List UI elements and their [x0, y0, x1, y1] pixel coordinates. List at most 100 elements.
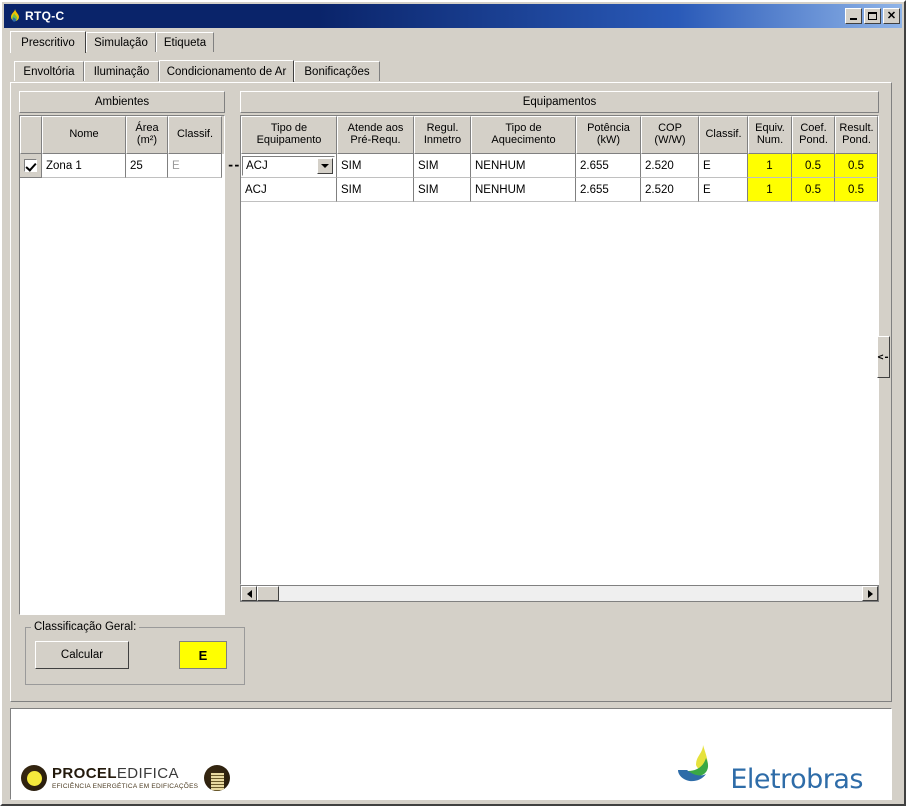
col-cop: COP (W/W)	[641, 116, 699, 154]
scroll-track[interactable]	[279, 586, 862, 601]
eletrobras-wordmark: Eletrobras	[730, 764, 863, 795]
equip-result-pond-cell: 0.5	[835, 154, 878, 178]
equip-aquecimento-cell[interactable]: NENHUM	[471, 178, 576, 202]
col-equiv-num: Equiv. Num.	[748, 116, 792, 154]
col-label-line2: (m²)	[136, 134, 158, 146]
equip-result-pond-cell: 0.5	[835, 178, 878, 202]
equip-regul-cell[interactable]: SIM	[414, 154, 471, 178]
application-window: RTQ-C ✕ Prescritivo Simulação Etiqueta E…	[0, 0, 906, 806]
tab-envoltoria[interactable]: Envoltória	[14, 61, 84, 81]
procel-light: EDIFICA	[116, 765, 179, 782]
scroll-thumb[interactable]	[257, 586, 279, 601]
footer-panel: PROCELEDIFICA EFICIÊNCIA ENERGÉTICA EM E…	[10, 708, 892, 800]
equipamentos-hscrollbar[interactable]	[240, 585, 879, 602]
tab-label: Simulação	[94, 36, 148, 49]
scroll-right-button[interactable]	[862, 586, 878, 601]
flame-icon	[8, 8, 21, 24]
equipamentos-grid[interactable]: Tipo de Equipamento Atende aos Pré-Requ.…	[240, 115, 879, 585]
equip-potencia-cell[interactable]: 2.655	[576, 154, 641, 178]
eletrobras-logo: Eletrobras	[673, 744, 863, 793]
col-label-line2: Inmetro	[423, 134, 462, 146]
equip-aquecimento-cell[interactable]: NENHUM	[471, 154, 576, 178]
equip-regul-cell[interactable]: SIM	[414, 178, 471, 202]
title-bar: RTQ-C ✕	[4, 4, 902, 28]
collapse-panel-handle[interactable]: <-	[877, 336, 890, 378]
building-icon	[204, 765, 231, 791]
chevron-down-icon[interactable]	[317, 157, 333, 174]
cell-value: SIM	[418, 183, 439, 196]
equipamentos-header: Equipamentos	[240, 91, 879, 113]
col-label-line1: Classif.	[705, 128, 742, 141]
procel-bold: PROCEL	[52, 765, 117, 782]
procel-text: PROCELEDIFICA EFICIÊNCIA ENERGÉTICA EM E…	[52, 766, 198, 790]
col-result-pond: Result. Pond.	[835, 116, 878, 154]
col-regul-inmetro: Regul. Inmetro	[414, 116, 471, 154]
cell-value: NENHUM	[475, 159, 526, 172]
table-row[interactable]: ACJ SIM SIM NENHUM 2.655 2.520 E 1 0.5 0…	[241, 178, 878, 202]
tab-bonificacoes[interactable]: Bonificações	[294, 61, 380, 81]
col-label-line2: Aquecimento	[491, 134, 556, 146]
equip-cop-cell[interactable]: 2.520	[641, 178, 699, 202]
tipo-equipamento-select[interactable]: ACJ	[242, 155, 335, 176]
ambiente-nome-cell[interactable]: Zona 1	[42, 154, 126, 178]
table-row[interactable]: Zona 1 25 E	[20, 154, 224, 178]
close-button[interactable]: ✕	[883, 8, 900, 24]
table-row[interactable]: ACJ SIM SIM NENHUM 2.655 2.520 E 1 0.5 0…	[241, 154, 878, 178]
cell-value: SIM	[341, 159, 362, 172]
minimize-button[interactable]	[845, 8, 862, 24]
ambientes-col-nome: Nome	[42, 116, 126, 154]
tab-prescritivo[interactable]: Prescritivo	[10, 31, 86, 53]
equip-classif-cell: E	[699, 154, 748, 178]
col-label-line2: Num.	[756, 134, 784, 146]
ambiente-select-cell[interactable]	[20, 154, 42, 178]
tab-iluminacao[interactable]: Iluminação	[84, 61, 159, 81]
equip-atende-cell[interactable]: SIM	[337, 178, 414, 202]
classificacao-geral-legend: Classificação Geral:	[31, 621, 140, 633]
checkbox-icon[interactable]	[24, 159, 37, 172]
ambientes-header-label: Ambientes	[94, 96, 150, 108]
col-label-line2: (kW)	[596, 134, 621, 146]
col-label-line2: Pré-Requ.	[350, 134, 401, 146]
col-atende-pre-requisitos: Atende aos Pré-Requ.	[337, 116, 414, 154]
equip-tipo-cell[interactable]: ACJ	[241, 154, 337, 178]
equip-cop-cell[interactable]: 2.520	[641, 154, 699, 178]
cell-value: 1	[766, 159, 773, 172]
equip-classif-cell: E	[699, 178, 748, 202]
tab-label: Etiqueta	[163, 36, 207, 49]
equip-potencia-cell[interactable]: 2.655	[576, 178, 641, 202]
scroll-left-button[interactable]	[241, 586, 257, 601]
ambientes-grid[interactable]: Nome Área (m²) Classif. Zona 1 25 E	[19, 115, 225, 615]
tab-label: Prescritivo	[21, 36, 75, 49]
equip-equiv-num-cell: 1	[748, 178, 792, 202]
cell-value: NENHUM	[475, 183, 526, 196]
cell-value: 0.5	[805, 159, 821, 172]
result-value: E	[198, 647, 208, 663]
col-potencia: Potência (kW)	[576, 116, 641, 154]
equip-equiv-num-cell: 1	[748, 154, 792, 178]
ambientes-header-row: Nome Área (m²) Classif.	[20, 116, 224, 154]
outer-tab-bar: Prescritivo Simulação Etiqueta	[10, 31, 900, 53]
calcular-button[interactable]: Calcular	[35, 641, 129, 669]
tab-simulacao[interactable]: Simulação	[86, 32, 156, 52]
tab-etiqueta[interactable]: Etiqueta	[156, 32, 214, 52]
eletrobras-flame-icon	[673, 745, 730, 791]
cell-value: E	[172, 159, 180, 172]
window-controls: ✕	[845, 8, 900, 24]
cell-value: Zona 1	[46, 159, 82, 172]
cell-value: E	[703, 159, 711, 172]
col-label-line2: Equipamento	[256, 134, 322, 146]
cell-value: SIM	[418, 159, 439, 172]
tab-label: Envoltória	[23, 65, 75, 78]
ambiente-area-cell[interactable]: 25	[126, 154, 168, 178]
classificacao-geral-result: E	[179, 641, 227, 669]
equip-tipo-cell[interactable]: ACJ	[241, 178, 337, 202]
tab-label: Iluminação	[93, 65, 150, 78]
select-value: ACJ	[246, 159, 268, 172]
col-label: Classif.	[176, 128, 214, 141]
procel-tagline: EFICIÊNCIA ENERGÉTICA EM EDIFICAÇÕES	[52, 783, 199, 790]
ambientes-col-classif: Classif.	[168, 116, 222, 154]
maximize-button[interactable]	[864, 8, 881, 24]
equip-atende-cell[interactable]: SIM	[337, 154, 414, 178]
tab-condicionamento-de-ar[interactable]: Condicionamento de Ar	[159, 60, 294, 82]
procel-edifica-logo: PROCELEDIFICA EFICIÊNCIA ENERGÉTICA EM E…	[21, 765, 231, 791]
